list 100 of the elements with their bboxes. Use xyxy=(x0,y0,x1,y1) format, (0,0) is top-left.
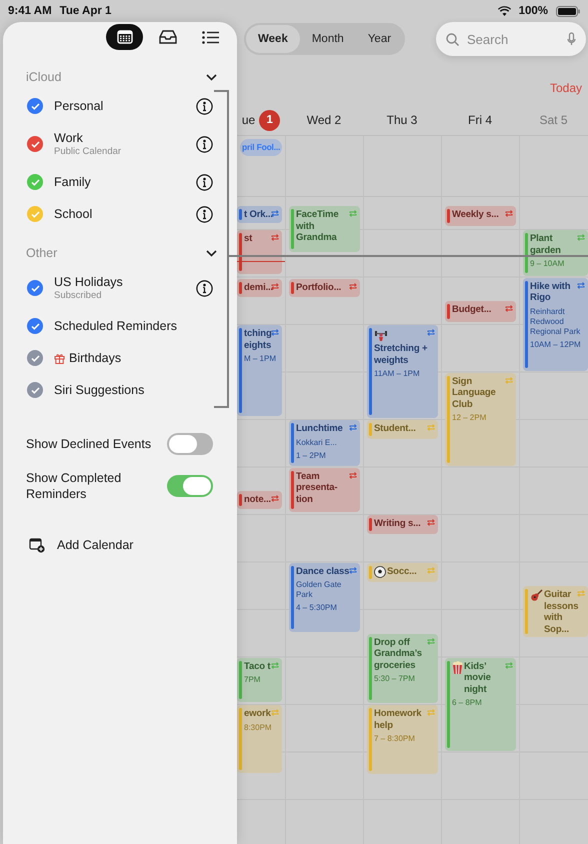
event-card[interactable]: Socc... xyxy=(367,562,438,582)
checkmark-icon xyxy=(30,322,40,330)
event-title: Weekly s... xyxy=(452,209,500,221)
event-card[interactable]: Writing s... xyxy=(367,515,438,534)
info-button[interactable] xyxy=(196,174,213,190)
event-card[interactable]: Dance class Golden Gate Park 4 – 5:30PM xyxy=(289,562,360,632)
event-title: Socc... xyxy=(387,566,418,577)
event-time: 11AM – 1PM xyxy=(374,369,421,379)
calendar-checkbox[interactable] xyxy=(27,280,43,296)
view-button[interactable] xyxy=(106,24,143,50)
event-time: 9 – 10AM xyxy=(530,259,566,269)
calendar-checkbox[interactable] xyxy=(27,350,43,366)
calendar-checkbox[interactable] xyxy=(27,136,43,152)
toggle-switch[interactable] xyxy=(167,475,213,497)
add-calendar-button[interactable]: Add Calendar xyxy=(29,532,134,558)
search-input[interactable]: Search xyxy=(465,30,561,48)
view-tab[interactable]: Year xyxy=(356,25,404,53)
list-icon xyxy=(202,30,219,44)
checkmark-icon xyxy=(30,386,40,394)
event-card[interactable]: Plant garden 9 – 10AM xyxy=(523,230,588,276)
event-title: note... xyxy=(244,494,272,506)
event-card[interactable]: Team presenta-tion xyxy=(289,468,360,512)
info-button[interactable] xyxy=(196,280,213,296)
event-title: t Ork... xyxy=(244,209,274,221)
today-button[interactable]: Today xyxy=(550,81,582,95)
event-card[interactable]: Student... xyxy=(367,420,438,440)
event-title: Kids’ movie night xyxy=(464,660,492,695)
event-card[interactable]: Kids’ movie night 6 – 8PM xyxy=(445,658,516,750)
search-icon xyxy=(446,32,459,46)
day-header: Fri 4 xyxy=(468,113,492,127)
info-button[interactable] xyxy=(196,136,213,152)
event-time: M – 1PM xyxy=(244,354,278,364)
view-tab[interactable]: Month xyxy=(300,25,356,53)
microphone-icon xyxy=(567,32,576,46)
event-time: 5:30 – 7PM xyxy=(374,674,416,684)
event-card[interactable]: Hike with Rigo Reinhardt Redwood Regional Park 10AM – 12PM xyxy=(523,278,588,370)
event-card[interactable]: Sign Language Club 12 – 2PM xyxy=(445,372,516,466)
event-card[interactable]: Stretching + weights 11AM – 1PM xyxy=(367,325,438,418)
event-card[interactable]: Homework help 7 – 8:30PM xyxy=(367,705,438,774)
toggle-switch[interactable] xyxy=(167,433,213,455)
battery-percent: 100% xyxy=(518,5,548,17)
chevron-icon[interactable] xyxy=(206,74,217,80)
soccer-ball-icon xyxy=(374,566,386,578)
event-card[interactable]: FaceTime with Grandma xyxy=(289,206,360,252)
day-header: ue xyxy=(242,113,256,127)
event-card[interactable]: Weekly s... xyxy=(445,206,516,226)
search-field[interactable]: Search xyxy=(436,22,586,56)
event-card[interactable]: t Ork... xyxy=(237,206,282,224)
event-card[interactable]: st xyxy=(237,230,282,274)
calendar-checkbox[interactable] xyxy=(27,174,43,190)
calendar-name: Scheduled Reminders xyxy=(54,319,177,333)
event-card[interactable]: Lunchtime Kokkari E... 1 – 2PM xyxy=(289,420,360,466)
calendar-icon xyxy=(116,30,132,44)
checkmark-icon xyxy=(30,284,40,292)
event-card[interactable]: tching eights M – 1PM xyxy=(237,325,282,416)
popcorn-icon xyxy=(452,660,463,674)
event-title: tching eights xyxy=(244,328,273,351)
event-title: st xyxy=(244,233,254,244)
event-card[interactable]: Drop off Grandma’s groceries 5:30 – 7PM xyxy=(367,634,438,703)
calendar-name: Work xyxy=(54,131,83,145)
event-title: Hike with Rigo xyxy=(530,280,572,304)
info-button[interactable] xyxy=(196,206,213,222)
event-card[interactable]: Guitar lessons with Sop... xyxy=(523,586,588,636)
event-card[interactable]: note... xyxy=(237,491,282,510)
info-button[interactable] xyxy=(196,98,213,114)
calendar-checkbox[interactable] xyxy=(27,98,43,114)
event-title: Student... xyxy=(374,423,417,434)
day-header: Thu 3 xyxy=(386,113,418,127)
event-card[interactable]: Portfolio... xyxy=(289,278,360,297)
weightlifter-icon xyxy=(374,328,388,342)
toggle-label: Show Declined Events xyxy=(26,436,152,452)
calendar-subtitle: Subscribed xyxy=(54,290,103,301)
event-title: Budget... xyxy=(452,304,492,316)
checkmark-icon xyxy=(30,140,40,148)
battery-icon xyxy=(556,6,580,16)
calendar-checkbox[interactable] xyxy=(27,206,43,222)
calendar-name: US Holidays xyxy=(54,275,123,289)
event-card[interactable]: Taco t 7PM xyxy=(237,658,282,702)
checkmark-icon xyxy=(30,354,40,362)
chevron-icon[interactable] xyxy=(206,250,217,256)
calendar-checkbox[interactable] xyxy=(27,318,43,334)
status-time: 9:41 AM xyxy=(8,5,52,17)
event-title: Drop off Grandma’s groceries xyxy=(374,636,423,672)
guitar-icon xyxy=(530,589,543,602)
checkmark-icon xyxy=(30,178,40,186)
event-card[interactable]: demi... xyxy=(237,278,282,297)
section-title: Other xyxy=(26,246,58,260)
event-card[interactable]: ework 8:30PM xyxy=(237,705,282,773)
event-time: 7 – 8:30PM xyxy=(374,734,416,744)
view-tab[interactable]: Week xyxy=(246,25,300,53)
event-title: Plant garden xyxy=(530,233,562,256)
event-time: 10AM – 12PM xyxy=(530,340,582,350)
calendar-checkbox[interactable] xyxy=(27,382,43,398)
event-card[interactable]: Budget... xyxy=(445,301,516,322)
event-title: Dance class xyxy=(296,566,350,577)
event-time: 7PM xyxy=(244,675,262,685)
event-title: Portfolio... xyxy=(296,282,342,294)
wifi-icon xyxy=(498,6,511,16)
inbox-icon xyxy=(158,30,176,44)
event-title: Guitar lessons with Sop... xyxy=(544,589,580,636)
